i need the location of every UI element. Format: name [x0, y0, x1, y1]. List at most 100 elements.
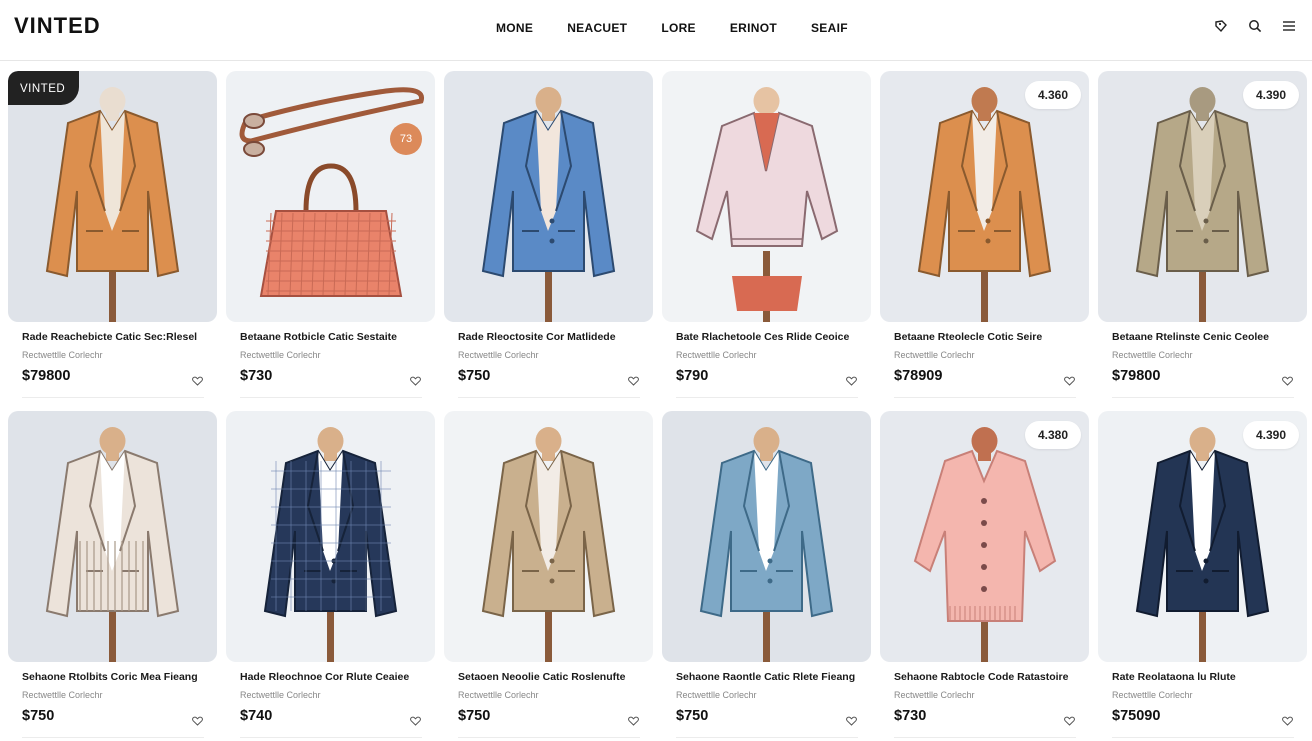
garment-illustration — [699, 427, 834, 662]
heart-icon[interactable] — [628, 713, 639, 731]
listing-subtitle: Rectwettlle Corlechr — [22, 350, 103, 360]
listing-card[interactable]: 4.360 Betaane Rteolecle Cotic Seire Rectwe… — [880, 71, 1089, 401]
listing-title[interactable]: Rate Reolataona lu Rlute — [1112, 671, 1307, 683]
listing-price: $730 — [240, 368, 273, 384]
listing-title[interactable]: Sehaone Raontle Catic Rlete Fieang — [676, 671, 871, 683]
listing-image[interactable] — [444, 411, 653, 662]
listing-card[interactable]: Bate Rlachetoole Ces Rlide Ceoice Rectwet… — [662, 71, 871, 401]
divider — [22, 397, 204, 398]
divider — [1112, 737, 1294, 738]
heart-icon[interactable] — [410, 373, 421, 391]
listing-card[interactable]: 4.380 Sehaone Rabtocle Code Ratastoire Rec… — [880, 411, 1089, 741]
listing-image[interactable] — [662, 71, 871, 322]
vinted-logo[interactable]: VINTED — [14, 13, 101, 39]
divider — [22, 737, 204, 738]
listing-price: $750 — [22, 708, 55, 724]
heart-icon[interactable] — [846, 373, 857, 391]
divider — [240, 397, 422, 398]
listing-title[interactable]: Rade Reachebicte Catic Sec:Rlesel — [22, 331, 217, 343]
listing-card[interactable]: 73 Betaane Rotbicle Catic Sestaite Rectwet… — [226, 71, 435, 401]
listing-image[interactable] — [662, 411, 871, 662]
listing-subtitle: Rectwettlle Corlechr — [22, 690, 103, 700]
divider — [676, 397, 858, 398]
brand-badge: VINTED — [8, 71, 80, 105]
divider — [458, 737, 640, 738]
garment-illustration — [695, 87, 839, 322]
listing-image[interactable] — [444, 71, 653, 322]
price-badge: 4.390 — [1242, 421, 1299, 449]
heart-icon[interactable] — [1282, 373, 1293, 391]
listing-image[interactable]: VINTED — [8, 71, 217, 322]
heart-icon[interactable] — [1064, 373, 1075, 391]
nav-item-erinot[interactable]: ERINOT — [730, 21, 777, 35]
listing-card[interactable]: 4.390 Rate Reolataona lu Rlute Rectwettlle… — [1098, 411, 1307, 741]
search-icon[interactable] — [1248, 19, 1262, 33]
nav-item-seaif[interactable]: SEAIF — [811, 21, 848, 35]
menu-icon[interactable] — [1282, 19, 1296, 33]
top-bar: VINTED MONE NEACUET LORE ERINOT SEAIF — [0, 0, 1312, 61]
listing-subtitle: Rectwettlle Corlechr — [458, 690, 539, 700]
listing-card[interactable]: 4.390 Betaane Rtelinste Cenic Ceolee Rectw… — [1098, 71, 1307, 401]
heart-icon[interactable] — [846, 713, 857, 731]
listing-title[interactable]: Betaane Rtelinste Cenic Ceolee — [1112, 331, 1307, 343]
listing-price: $750 — [458, 708, 491, 724]
heart-icon[interactable] — [628, 373, 639, 391]
listing-title[interactable]: Betaane Rteolecle Cotic Seire — [894, 331, 1089, 343]
nav-item-mone[interactable]: MONE — [496, 21, 533, 35]
listing-title[interactable]: Sehaone Rabtocle Code Ratastoire — [894, 671, 1089, 683]
listing-card[interactable]: Rade Rleoctosite Cor Matlidede Rectwettll… — [444, 71, 653, 401]
listing-image[interactable]: 4.360 — [880, 71, 1089, 322]
listing-title[interactable]: Betaane Rotbicle Catic Sestaite — [240, 331, 435, 343]
listing-card[interactable]: Hade Rleochnoe Cor Rlute Ceaiee Rectwettl… — [226, 411, 435, 741]
heart-icon[interactable] — [1064, 713, 1075, 731]
listing-title[interactable]: Rade Rleoctosite Cor Matlidede — [458, 331, 653, 343]
divider — [894, 397, 1076, 398]
listing-subtitle: Rectwettlle Corlechr — [458, 350, 539, 360]
garment-illustration — [45, 87, 180, 322]
tag-icon[interactable] — [1214, 19, 1228, 33]
garment-illustration — [45, 427, 180, 662]
price-badge: 73 — [390, 123, 422, 155]
nav-item-neacuet[interactable]: NEACUET — [567, 21, 627, 35]
listing-image[interactable]: 73 — [226, 71, 435, 322]
price-badge: 4.390 — [1242, 81, 1299, 109]
listing-price: $740 — [240, 708, 273, 724]
divider — [458, 397, 640, 398]
header-icons — [1214, 19, 1296, 33]
price-badge: 4.360 — [1024, 81, 1081, 109]
listing-title[interactable]: Hade Rleochnoe Cor Rlute Ceaiee — [240, 671, 435, 683]
heart-icon[interactable] — [192, 713, 203, 731]
listing-card[interactable]: Sehaone Rtolbits Coric Mea Fieang Rectwet… — [8, 411, 217, 741]
listing-image[interactable]: 4.380 — [880, 411, 1089, 662]
heart-icon[interactable] — [192, 373, 203, 391]
divider — [676, 737, 858, 738]
listing-title[interactable]: Bate Rlachetoole Ces Rlide Ceoice — [676, 331, 871, 343]
listing-image[interactable]: 4.390 — [1098, 71, 1307, 322]
listing-subtitle: Rectwettlle Corlechr — [894, 350, 975, 360]
listing-image[interactable] — [226, 411, 435, 662]
listing-price: $75090 — [1112, 708, 1161, 724]
listing-title[interactable]: Setaoen Neoolie Catic Roslenufte — [458, 671, 653, 683]
main-nav: MONE NEACUET LORE ERINOT SEAIF — [496, 21, 848, 35]
listing-card[interactable]: VINTED Rade Reachebicte Catic Sec:Rlesel R… — [8, 71, 217, 401]
price-badge: 4.380 — [1024, 421, 1081, 449]
listing-subtitle: Rectwettlle Corlechr — [676, 690, 757, 700]
listing-price: $78909 — [894, 368, 943, 384]
nav-item-lore[interactable]: LORE — [661, 21, 696, 35]
divider — [894, 737, 1076, 738]
listing-title[interactable]: Sehaone Rtolbits Coric Mea Fieang — [22, 671, 217, 683]
divider — [240, 737, 422, 738]
listing-image[interactable] — [8, 411, 217, 662]
divider — [1112, 397, 1294, 398]
listing-price: $790 — [676, 368, 709, 384]
listing-subtitle: Rectwettlle Corlechr — [676, 350, 757, 360]
listing-price: $79800 — [22, 368, 71, 384]
listing-subtitle: Rectwettlle Corlechr — [240, 350, 321, 360]
listing-card[interactable]: Setaoen Neoolie Catic Roslenufte Rectwett… — [444, 411, 653, 741]
listing-card[interactable]: Sehaone Raontle Catic Rlete Fieang Rectwe… — [662, 411, 871, 741]
heart-icon[interactable] — [1282, 713, 1293, 731]
listing-image[interactable]: 4.390 — [1098, 411, 1307, 662]
heart-icon[interactable] — [410, 713, 421, 731]
garment-illustration — [481, 427, 616, 662]
listing-price: $750 — [458, 368, 491, 384]
